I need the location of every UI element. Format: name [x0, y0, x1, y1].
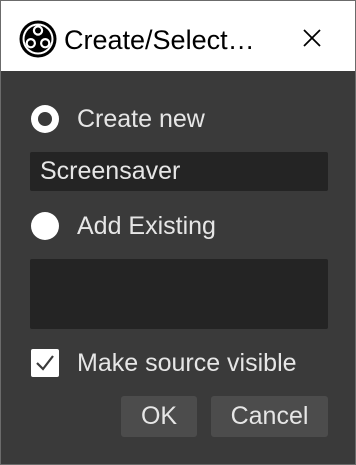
create-select-dialog: Create/Select… Create new Screensaver Ad…	[0, 0, 356, 465]
make-visible-label: Make source visible	[77, 348, 297, 377]
close-icon	[303, 29, 321, 47]
add-existing-label: Add Existing	[77, 211, 216, 240]
existing-sources-list[interactable]	[30, 259, 328, 329]
checkmark-icon	[36, 355, 54, 371]
create-new-radio[interactable]	[31, 105, 59, 133]
create-new-option[interactable]: Create new	[31, 101, 205, 137]
source-name-input[interactable]: Screensaver	[30, 152, 328, 191]
window-title: Create/Select…	[64, 25, 255, 55]
close-button[interactable]	[283, 13, 341, 63]
add-existing-radio[interactable]	[31, 212, 59, 240]
title-bar: Create/Select…	[1, 1, 355, 71]
ok-button[interactable]: OK	[121, 396, 197, 437]
obs-logo-icon	[19, 20, 57, 58]
add-existing-option[interactable]: Add Existing	[31, 208, 216, 244]
create-new-label: Create new	[77, 104, 205, 133]
make-visible-option[interactable]: Make source visible	[31, 345, 297, 381]
cancel-button[interactable]: Cancel	[211, 396, 328, 437]
make-visible-checkbox[interactable]	[31, 349, 59, 377]
